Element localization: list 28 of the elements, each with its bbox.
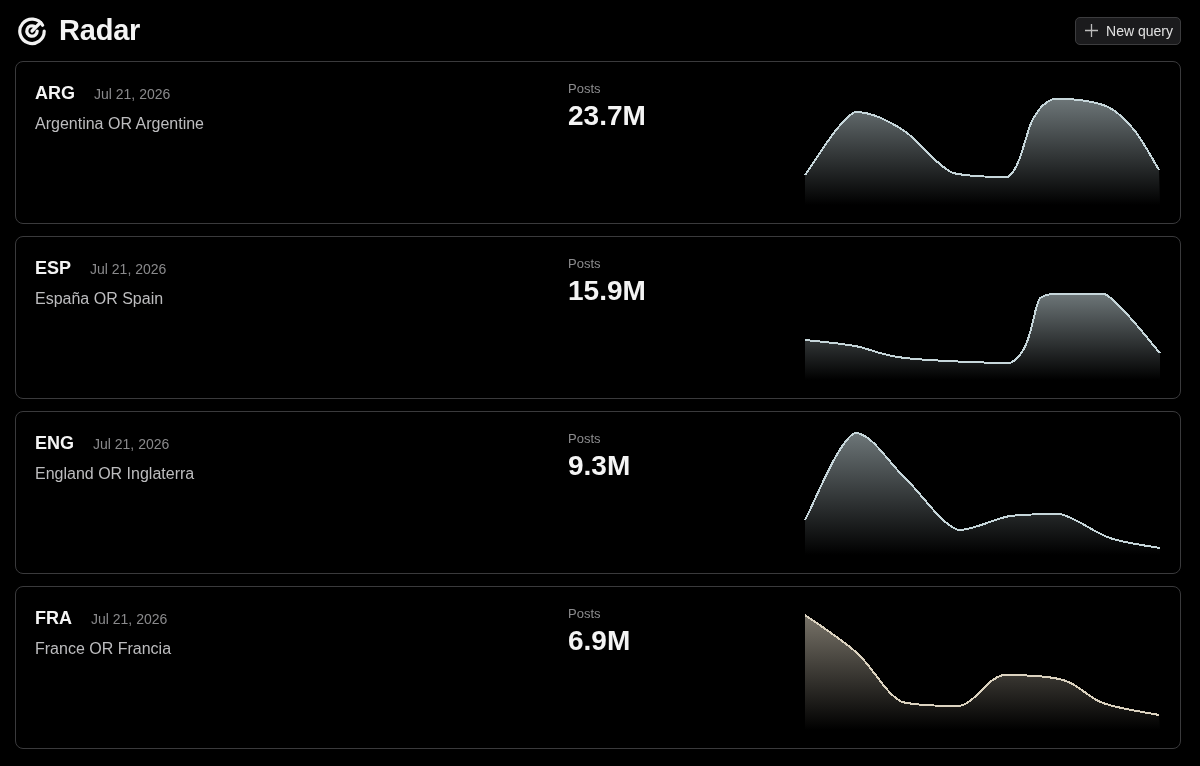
posts-label: Posts xyxy=(568,81,602,96)
posts-count: 9.3M xyxy=(568,450,632,482)
query-date: Jul 21, 2026 xyxy=(93,436,170,452)
app-title: Radar xyxy=(59,14,141,47)
plus-icon xyxy=(1085,24,1099,37)
posts-count: 6.9M xyxy=(568,625,632,657)
new-query-button[interactable]: New query xyxy=(1075,16,1181,45)
query-card[interactable]: ESP Jul 21, 2026 España OR Spain Posts 15.9M xyxy=(15,236,1181,399)
query-text: España OR Spain xyxy=(35,290,165,308)
query-date: Jul 21, 2026 xyxy=(91,611,168,627)
posts-label: Posts xyxy=(568,256,602,271)
query-card[interactable]: ARG Jul 21, 2026 Argentina OR Argentine Posts 23.7M xyxy=(15,61,1181,224)
query-card[interactable]: ENG Jul 21, 2026 England OR Inglaterra Posts 9.3M xyxy=(15,411,1181,574)
query-text: Argentina OR Argentine xyxy=(35,115,205,133)
posts-label: Posts xyxy=(568,606,602,621)
posts-count: 23.7M xyxy=(568,100,647,132)
query-date: Jul 21, 2026 xyxy=(94,86,171,102)
posts-count: 15.9M xyxy=(568,275,647,307)
query-card[interactable]: FRA Jul 21, 2026 France OR Francia Posts 6.9M xyxy=(15,586,1181,749)
country-code: FRA xyxy=(35,608,72,629)
country-code: ENG xyxy=(35,433,74,454)
radar-icon xyxy=(17,15,47,46)
country-code: ARG xyxy=(35,83,75,104)
posts-label: Posts xyxy=(568,431,602,446)
query-date: Jul 21, 2026 xyxy=(90,261,167,277)
country-code: ESP xyxy=(35,258,72,279)
query-text: France OR Francia xyxy=(35,640,173,658)
query-text: England OR Inglaterra xyxy=(35,465,196,483)
